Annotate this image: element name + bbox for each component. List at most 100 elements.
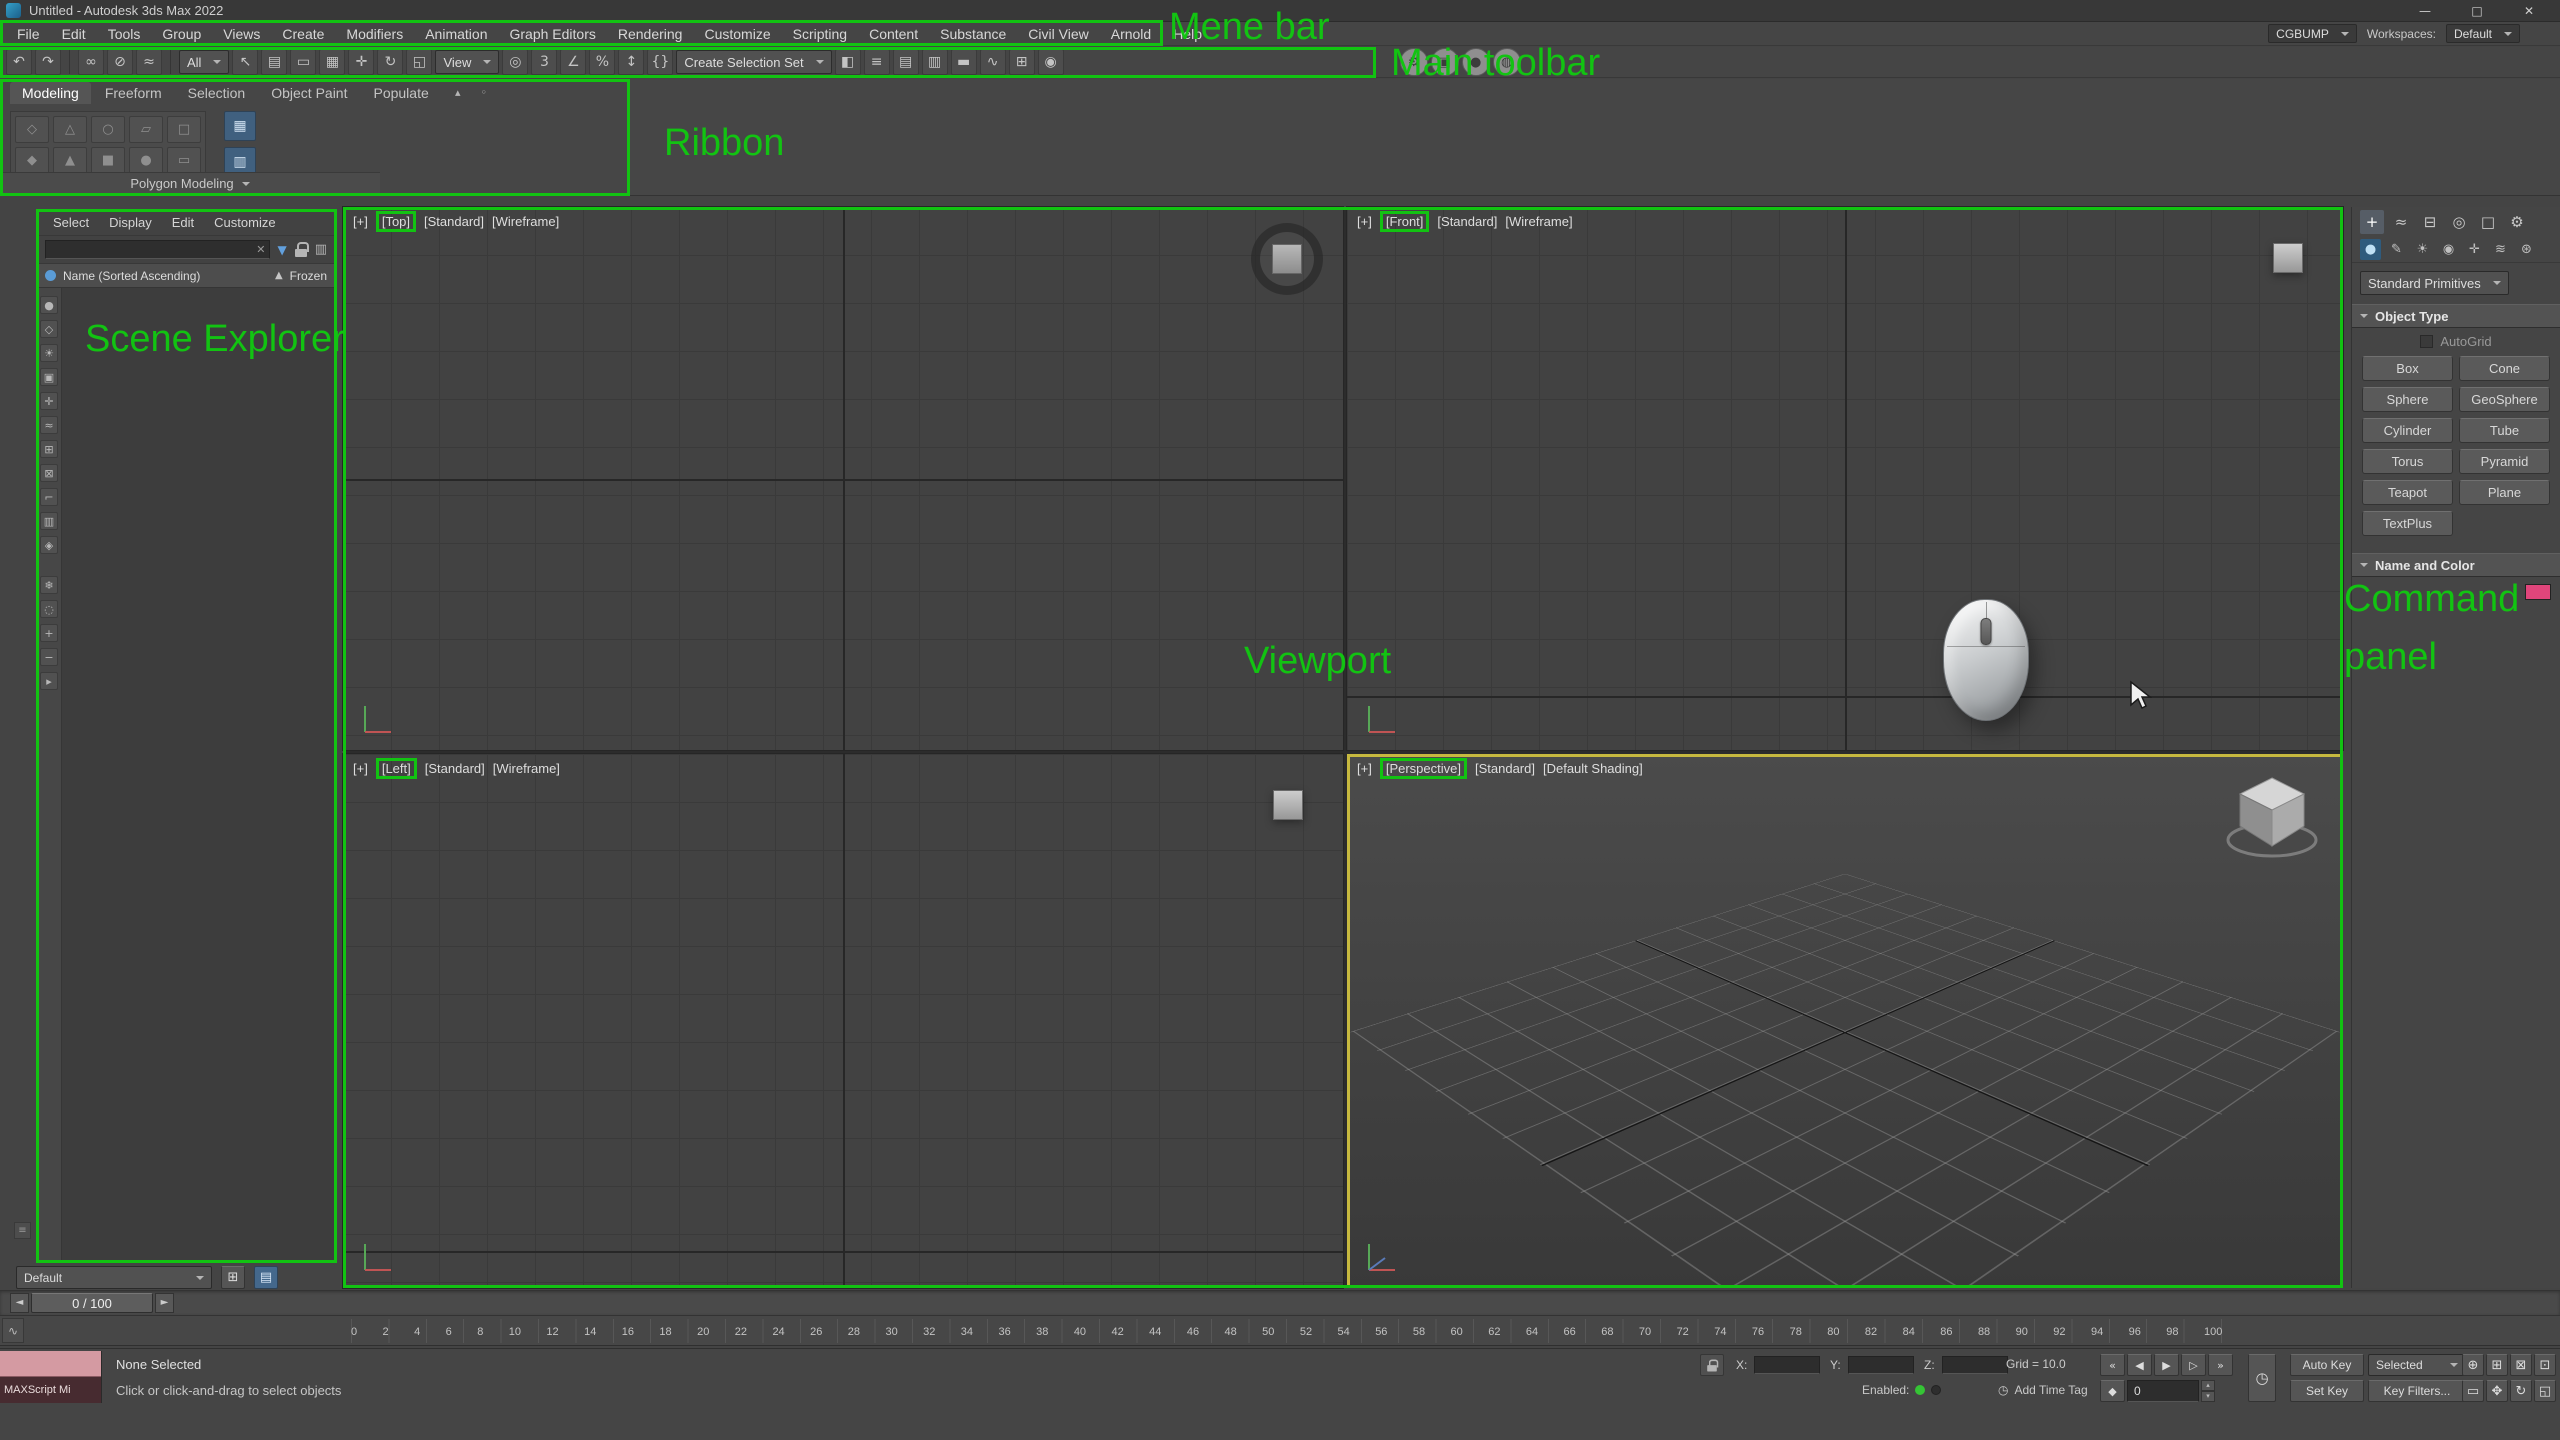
se-display-lights-icon[interactable]: ☀ [40, 344, 58, 362]
object-type-rollout[interactable]: Object Type [2352, 304, 2560, 328]
zoom-icon[interactable]: ⊕ [2462, 1354, 2484, 1376]
viewcube-face[interactable] [2273, 243, 2303, 273]
render-setup-icon[interactable]: ⚙ [1400, 48, 1428, 76]
display-column-icon[interactable] [45, 270, 56, 281]
frame-spinner[interactable]: ▴ ▾ [2201, 1380, 2215, 1402]
go-to-end-button[interactable]: » [2208, 1354, 2233, 1376]
viewport-left[interactable]: [+] [Left] [Standard] [Wireframe] [343, 754, 1343, 1288]
hierarchy-tab-icon[interactable]: ⊟ [2418, 210, 2442, 234]
box-button[interactable]: Box [2362, 356, 2453, 381]
tube-button[interactable]: Tube [2459, 418, 2550, 443]
se-display-frozen-icon[interactable]: ❄ [40, 576, 58, 594]
clear-search-icon[interactable]: ✕ [256, 244, 265, 255]
zoom-region-icon[interactable]: ▭ [2462, 1380, 2484, 1402]
current-frame-field[interactable]: 0 [2127, 1380, 2199, 1402]
track-bar[interactable]: ∿ 02468101214161820222426283032343638404… [0, 1316, 2560, 1346]
filter-icon[interactable]: ▼ [277, 244, 286, 256]
cone-button[interactable]: Cone [2459, 356, 2550, 381]
menu-item[interactable]: Modifiers [335, 22, 414, 46]
time-slider-handle[interactable]: 0 / 100 [31, 1293, 153, 1313]
next-frame-button[interactable]: ▷ [2181, 1354, 2206, 1376]
percent-snap-toggle-icon[interactable]: % [589, 49, 615, 75]
se-display-cameras-icon[interactable]: ▣ [40, 368, 58, 386]
menu-item[interactable]: Edit [51, 22, 97, 46]
sphere-button[interactable]: Sphere [2362, 387, 2453, 412]
select-and-rotate-icon[interactable]: ↻ [377, 49, 403, 75]
schematic-view-icon[interactable]: ⊞ [1009, 49, 1035, 75]
time-configuration-button[interactable]: ◷ [2248, 1354, 2276, 1402]
ribbon-tab[interactable]: Selection [176, 82, 258, 104]
key-filters-button[interactable]: Key Filters... [2368, 1380, 2466, 1402]
menu-item[interactable]: Animation [414, 22, 498, 46]
menu-item[interactable]: Arnold [1100, 22, 1162, 46]
rectangular-selection-region-icon[interactable]: ▭ [290, 49, 316, 75]
curve-editor-icon[interactable]: ∿ [980, 49, 1006, 75]
cylinder-button[interactable]: Cylinder [2362, 418, 2453, 443]
geometry-category-icon[interactable]: ● [2360, 239, 2381, 260]
time-slider[interactable]: ◄ 0 / 100 ► [0, 1290, 2560, 1316]
docked-panel-handle-icon[interactable]: ≡ [14, 1222, 31, 1239]
reference-coordinate-dropdown[interactable]: View [435, 50, 499, 74]
ribbon-tool-grow-icon[interactable]: ● [129, 147, 163, 174]
viewport-perspective[interactable]: [+] [Perspective] [Standard] [Default Sh… [1347, 754, 2343, 1288]
mini-curve-editor-icon[interactable]: ∿ [2, 1318, 24, 1343]
y-coordinate-field[interactable] [1848, 1356, 1914, 1374]
teapot-button[interactable]: Teapot [2362, 480, 2453, 505]
torus-button[interactable]: Torus [2362, 449, 2453, 474]
utilities-tab-icon[interactable]: ⚙ [2505, 210, 2529, 234]
undo-icon[interactable]: ↶ [6, 49, 32, 75]
rendered-frame-window-icon[interactable]: ▣ [1431, 48, 1459, 76]
frozen-column-header[interactable]: Frozen [290, 269, 327, 283]
spinner-down-icon[interactable]: ▾ [2201, 1391, 2215, 1402]
menu-item[interactable]: Help [1162, 22, 1213, 46]
ribbon-modifier-stack-icon[interactable]: ▦ [224, 111, 256, 141]
viewport-pov-menu[interactable]: [Top] [376, 211, 416, 232]
scene-explorer-menu-item[interactable]: Display [101, 215, 160, 230]
select-and-scale-icon[interactable]: ◱ [406, 49, 432, 75]
ribbon-tab[interactable]: Modeling [10, 82, 91, 104]
key-mode-toggle-button[interactable]: ◆ [2100, 1380, 2125, 1402]
redo-icon[interactable]: ↷ [35, 49, 61, 75]
previous-frame-arrow-icon[interactable]: ◄ [10, 1293, 29, 1313]
previous-frame-button[interactable]: ◀ [2127, 1354, 2152, 1376]
close-button[interactable]: ✕ [2516, 2, 2542, 20]
viewport-renderer-menu[interactable]: [Standard] [425, 761, 485, 776]
ribbon-tool-vertex-icon[interactable]: ◇ [15, 116, 49, 143]
se-pick-parent-icon[interactable]: ▸ [40, 672, 58, 690]
render-flyout-icon[interactable]: ◍ [1493, 48, 1521, 76]
spinner-up-icon[interactable]: ▴ [2201, 1380, 2215, 1391]
menu-item[interactable]: Views [212, 22, 271, 46]
column-chooser-icon[interactable]: ▥ [315, 243, 327, 256]
viewcube-face[interactable] [1272, 244, 1302, 274]
se-expand-all-icon[interactable]: + [40, 624, 58, 642]
viewport-shading-menu[interactable]: [Wireframe] [492, 214, 559, 229]
polygon-modeling-section-header[interactable]: Polygon Modeling [0, 172, 380, 194]
pyramid-button[interactable]: Pyramid [2459, 449, 2550, 474]
menu-item[interactable]: Civil View [1017, 22, 1099, 46]
ribbon-tool-shrink-icon[interactable]: ▭ [167, 147, 201, 174]
create-tab-icon[interactable]: + [2360, 210, 2384, 234]
maximize-viewport-toggle-icon[interactable]: ◱ [2534, 1380, 2556, 1402]
menu-item[interactable]: Graph Editors [498, 22, 606, 46]
se-display-materials-icon[interactable]: ◈ [40, 536, 58, 554]
select-object-icon[interactable]: ↖ [232, 49, 258, 75]
macro-recorder-field[interactable] [0, 1351, 101, 1377]
viewport-general-menu[interactable]: [+] [1357, 214, 1372, 229]
menu-item[interactable]: File [6, 22, 51, 46]
ribbon-tab[interactable]: Freeform [93, 82, 174, 104]
lights-category-icon[interactable]: ☀ [2412, 239, 2433, 260]
menu-item[interactable]: Rendering [607, 22, 694, 46]
selection-filter-dropdown[interactable]: All [179, 50, 229, 74]
se-display-groups-icon[interactable]: ⊞ [40, 440, 58, 458]
primitives-dropdown[interactable]: Standard Primitives [2360, 271, 2509, 295]
pan-view-icon[interactable]: ✥ [2486, 1380, 2508, 1402]
auto-key-button[interactable]: Auto Key [2290, 1354, 2364, 1376]
new-scene-explorer-button[interactable]: ▤ [254, 1266, 278, 1289]
scene-object-list[interactable] [62, 288, 335, 1261]
menu-item[interactable]: Content [858, 22, 929, 46]
angle-snap-toggle-icon[interactable]: ∠ [560, 49, 586, 75]
menu-item[interactable]: Tools [97, 22, 152, 46]
mirror-icon[interactable]: ◧ [835, 49, 861, 75]
explorer-grid-button[interactable]: ⊞ [221, 1266, 245, 1289]
enabled-on-dot[interactable] [1915, 1385, 1925, 1395]
